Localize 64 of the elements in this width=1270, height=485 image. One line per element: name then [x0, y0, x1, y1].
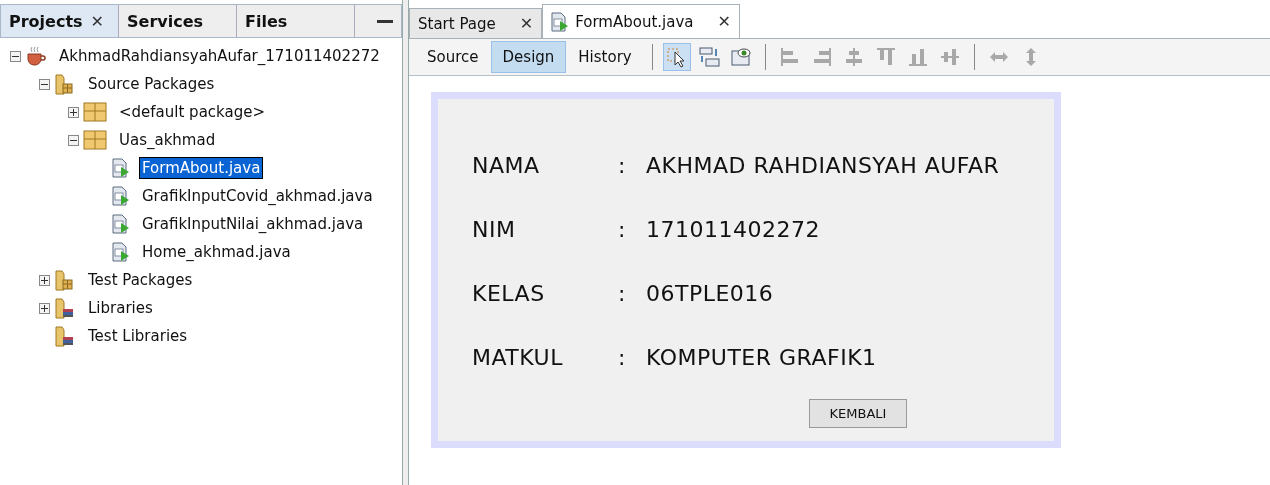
- minimize-button[interactable]: [377, 19, 393, 23]
- tree-item[interactable]: <default package>: [117, 102, 267, 122]
- collapse-toggle[interactable]: [68, 134, 79, 146]
- plus-icon: [41, 304, 48, 312]
- field-label: NAMA: [472, 152, 541, 178]
- file-icon: [551, 11, 570, 32]
- align-top-icon: [874, 46, 897, 68]
- back-button[interactable]: KEMBALI: [808, 399, 908, 428]
- view-tab[interactable]: History: [566, 41, 644, 73]
- tab-label: Start Page: [418, 14, 496, 33]
- connection-icon: [697, 46, 720, 68]
- field-label: NIM: [472, 216, 517, 242]
- close-icon[interactable]: ✕: [717, 12, 731, 31]
- folder-books-icon: [54, 325, 76, 347]
- field-value: KOMPUTER GRAFIK1: [646, 344, 878, 370]
- collapse-toggle[interactable]: [39, 78, 50, 90]
- close-icon[interactable]: ✕: [519, 14, 534, 33]
- field-value: 171011402272: [646, 216, 821, 242]
- panel-tab[interactable]: Projects ✕: [1, 5, 119, 37]
- field-value: 06TPLE016: [646, 280, 775, 306]
- colon: :: [618, 216, 627, 242]
- folder-package-icon: [54, 73, 76, 95]
- tree-item[interactable]: Uas_akhmad: [117, 130, 218, 150]
- package-icon: [83, 130, 107, 150]
- tree-item[interactable]: Test Libraries: [86, 326, 190, 346]
- form-file-icon: [112, 214, 130, 234]
- close-icon[interactable]: ✕: [90, 11, 104, 31]
- tree-item[interactable]: FormAbout.java: [140, 158, 263, 178]
- plus-icon: [70, 108, 77, 116]
- colon: :: [618, 344, 627, 370]
- editor-tab[interactable]: Start Page ✕: [409, 8, 543, 38]
- form-file-icon: [112, 242, 130, 262]
- align-left-icon: [778, 46, 801, 68]
- folder-books-icon: [54, 297, 76, 319]
- tree-item[interactable]: AkhmadRahdiansyahAufar_171011402272: [57, 46, 382, 66]
- tree-item[interactable]: GrafikInputNilai_akhmad.java: [140, 214, 366, 234]
- tab-label: FormAbout.java: [575, 12, 694, 31]
- folder-package-icon: [54, 269, 76, 291]
- tree-item[interactable]: GrafikInputCovid_akhmad.java: [140, 186, 375, 206]
- collapse-toggle[interactable]: [10, 50, 21, 62]
- plus-icon: [41, 276, 48, 284]
- coffee-cup-icon: [25, 46, 47, 66]
- field-label: MATKUL: [472, 344, 564, 370]
- expand-toggle[interactable]: [68, 106, 79, 118]
- preview-eye-icon: [729, 46, 752, 68]
- editor-tab[interactable]: FormAbout.java ✕: [542, 4, 740, 38]
- tree-item[interactable]: Test Packages: [86, 270, 195, 290]
- colon: :: [618, 280, 627, 306]
- tree-item[interactable]: Source Packages: [86, 74, 217, 94]
- align-bottom-icon: [906, 46, 929, 68]
- expand-toggle[interactable]: [39, 302, 50, 314]
- view-tab[interactable]: Source: [415, 41, 491, 73]
- field-value: AKHMAD RAHDIANSYAH AUFAR: [646, 152, 1001, 178]
- selection-cursor-button[interactable]: [662, 43, 691, 71]
- form-file-icon: [112, 186, 130, 206]
- form-file-icon: [112, 158, 130, 178]
- colon: :: [618, 152, 627, 178]
- tree-item[interactable]: Libraries: [86, 298, 155, 318]
- field-label: KELAS: [472, 280, 546, 306]
- view-tab[interactable]: Design: [490, 41, 567, 73]
- tree-item[interactable]: Home_akhmad.java: [140, 242, 293, 262]
- package-icon: [83, 102, 107, 122]
- center-vertical-icon: [938, 46, 961, 68]
- expand-toggle[interactable]: [39, 274, 50, 286]
